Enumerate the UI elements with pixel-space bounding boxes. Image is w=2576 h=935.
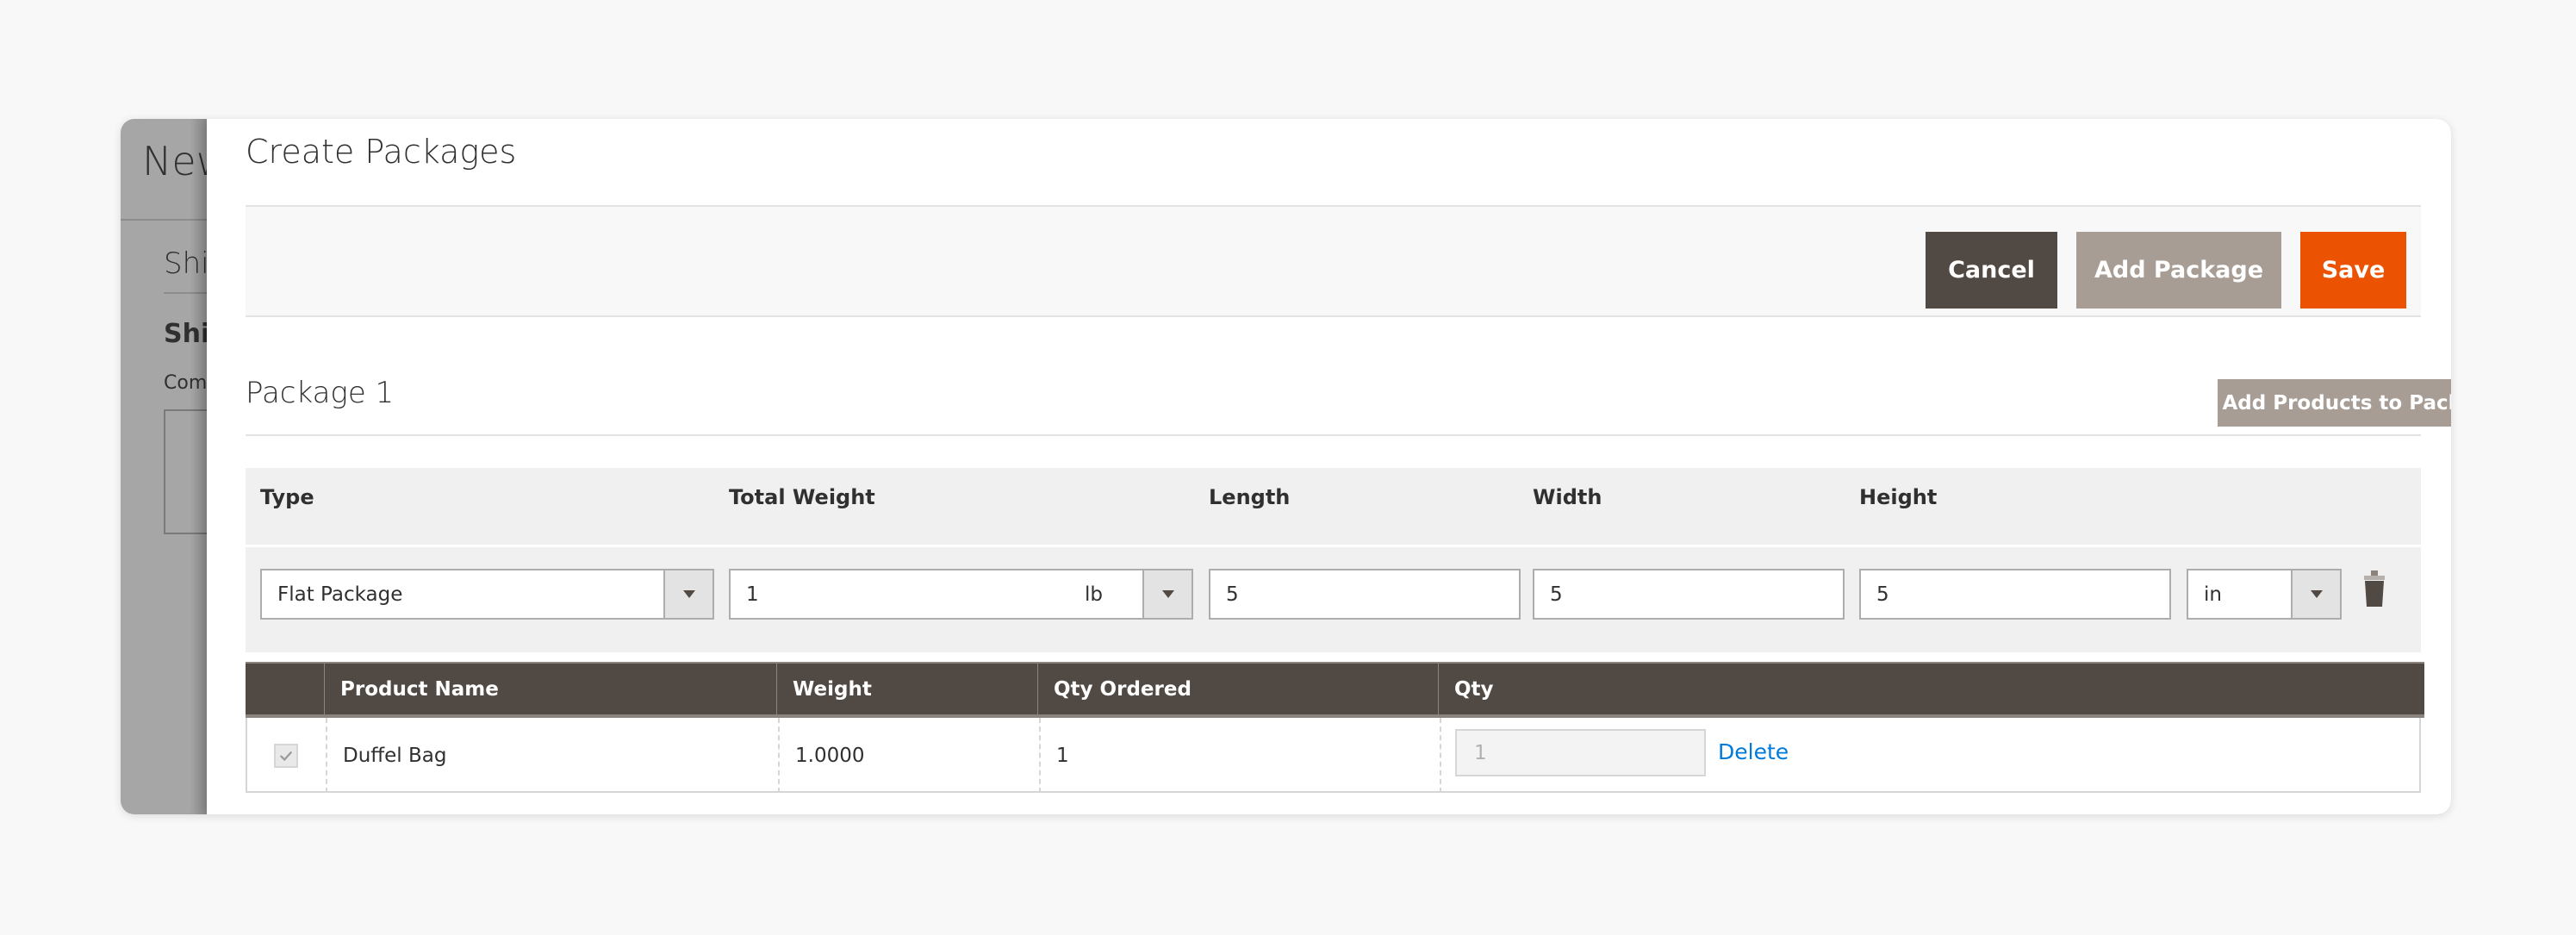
qty-value: 1 xyxy=(1474,741,1487,764)
height-column-label: Height xyxy=(1859,485,1938,509)
package-title: Package 1 xyxy=(246,376,395,410)
total-weight-input[interactable]: 1 xyxy=(729,569,1071,620)
package-type-select[interactable]: Flat Package xyxy=(260,569,714,620)
weight-column-header: Weight xyxy=(776,664,1037,714)
dimension-unit-select[interactable]: in xyxy=(2187,569,2342,620)
width-column-label: Width xyxy=(1533,485,1602,509)
qty-input[interactable]: 1 xyxy=(1455,729,1706,776)
height-input[interactable]: 5 xyxy=(1859,569,2171,620)
width-input[interactable]: 5 xyxy=(1533,569,1845,620)
add-products-to-package-button[interactable]: Add Products to Package xyxy=(2218,379,2451,427)
products-table: Product Name Weight Qty Ordered Qty Duff… xyxy=(246,662,2424,793)
cancel-button[interactable]: Cancel xyxy=(1926,232,2057,309)
length-column-label: Length xyxy=(1209,485,1291,509)
package-header-separator xyxy=(246,545,2421,547)
create-packages-modal: Create Packages Cancel Add Package Save … xyxy=(207,119,2451,814)
qty-ordered-column-header: Qty Ordered xyxy=(1037,664,1438,714)
add-package-button[interactable]: Add Package xyxy=(2076,232,2281,309)
modal-title: Create Packages xyxy=(246,133,517,171)
length-input[interactable]: 5 xyxy=(1209,569,1521,620)
length-value: 5 xyxy=(1226,583,1239,606)
total-weight-value: 1 xyxy=(746,583,759,606)
package-type-value: Flat Package xyxy=(277,583,403,606)
package-properties-table: Type Total Weight Length Width Height Fl… xyxy=(246,468,2421,652)
checkmark-icon xyxy=(279,751,293,762)
width-value: 5 xyxy=(1550,583,1563,606)
chevron-down-icon xyxy=(663,570,712,618)
product-name-cell: Duffel Bag xyxy=(326,718,778,793)
weight-unit-value: lb xyxy=(1085,583,1103,606)
qty-column-header: Qty xyxy=(1438,664,2423,714)
product-name-column-header: Product Name xyxy=(324,664,776,714)
type-column-label: Type xyxy=(260,485,314,509)
total-weight-column-label: Total Weight xyxy=(729,485,875,509)
select-column-header xyxy=(246,664,324,714)
window-frame: New Shipment Shipping Information Shipme… xyxy=(121,119,2451,814)
product-select-checkbox[interactable] xyxy=(274,744,298,768)
package-divider xyxy=(246,434,2421,436)
height-value: 5 xyxy=(1876,583,1889,606)
qty-ordered-cell: 1 xyxy=(1039,718,1440,793)
dimension-unit-value: in xyxy=(2204,583,2222,606)
modal-toolbar: Cancel Add Package Save xyxy=(246,205,2421,317)
trash-icon xyxy=(2364,570,2385,607)
products-table-header: Product Name Weight Qty Ordered Qty xyxy=(246,662,2424,718)
delete-product-link[interactable]: Delete xyxy=(1718,739,1789,764)
save-button[interactable]: Save xyxy=(2300,232,2406,309)
backdrop-edge-shadow xyxy=(190,119,207,814)
chevron-down-icon xyxy=(1142,570,1192,618)
weight-unit-select[interactable]: lb xyxy=(1069,569,1193,620)
delete-package-button[interactable] xyxy=(2362,569,2386,608)
product-weight-cell: 1.0000 xyxy=(778,718,1039,793)
chevron-down-icon xyxy=(2291,570,2340,618)
